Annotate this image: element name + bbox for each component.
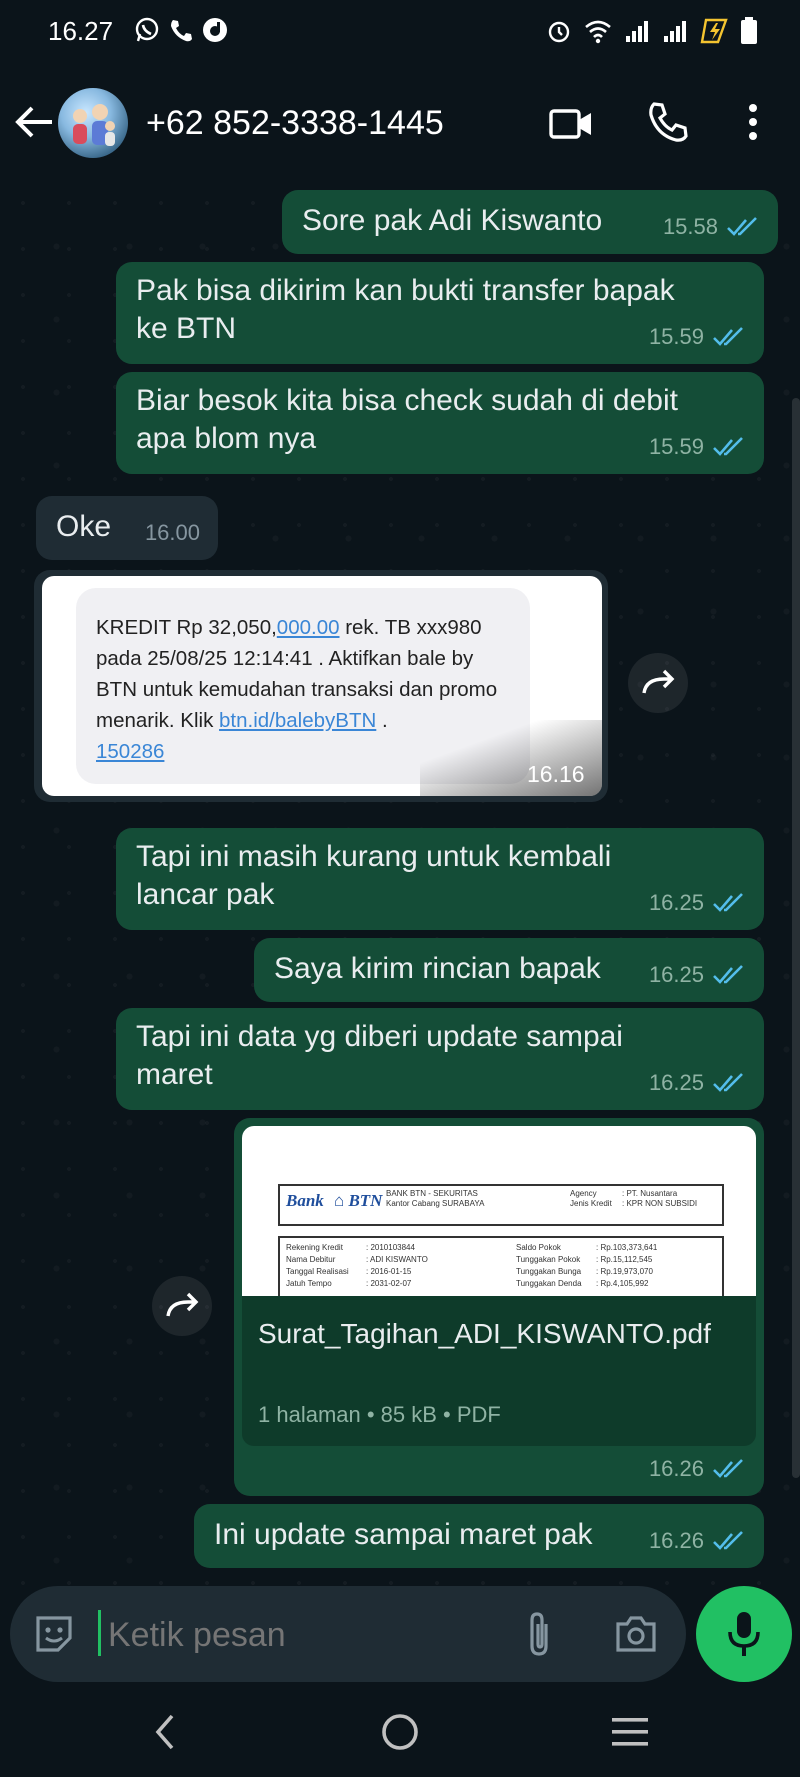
message-text: Oke [56, 510, 112, 543]
message-text: Saya kirim rincian bapak [274, 952, 601, 985]
pdf-row: Tunggakan Bunga: Rp.19,973,070 [516, 1267, 653, 1276]
status-bar: 16.27 [0, 0, 800, 64]
message-text: Sore pak Adi Kiswanto [302, 204, 603, 237]
pdf-row: Jatuh Tempo: 2031-02-07 [286, 1279, 412, 1288]
double-check-icon [713, 1459, 743, 1478]
missed-call-icon [171, 20, 192, 42]
file-info[interactable]: Surat_Tagihan_ADI_KISWANTO.pdf 1 halaman… [242, 1296, 756, 1446]
chat-header: +62 852-3338-1445 [0, 64, 800, 180]
pdf-row: Saldo Pokok: Rp.103,373,641 [516, 1243, 658, 1252]
nav-home-icon[interactable] [380, 1712, 420, 1752]
camera-icon[interactable] [614, 1612, 658, 1654]
pdf-row: Nama Debitur: ADI KISWANTO [286, 1255, 428, 1264]
message-bubble[interactable]: Saya kirim rincian bapak 16.25 [254, 938, 764, 1002]
message-time: 16.16 [527, 761, 585, 787]
message-text: Pak bisa dikirim kan bukti transfer bapa… [136, 274, 675, 345]
forward-icon [166, 1292, 199, 1317]
power-saving-icon [700, 18, 728, 44]
message-input[interactable] [106, 1608, 470, 1662]
message-bubble[interactable]: Ini update sampai maret pak 16.26 [194, 1504, 764, 1568]
forward-button[interactable] [628, 653, 688, 713]
message-bubble[interactable]: Sore pak Adi Kiswanto 15.58 [282, 190, 778, 254]
double-check-icon [713, 1073, 743, 1092]
double-check-icon [713, 965, 743, 984]
btn-logo: ⌂ BTN [334, 1191, 383, 1210]
sticker-icon[interactable] [32, 1612, 76, 1656]
double-check-icon [713, 1531, 743, 1550]
nav-back-icon[interactable] [150, 1712, 180, 1752]
message-time: 15.59 [648, 434, 704, 459]
message-time: 16.25 [648, 962, 704, 987]
message-text: Ini update sampai maret pak [214, 1518, 593, 1551]
message-bubble-incoming[interactable]: Oke 16.00 [36, 496, 218, 560]
scrollbar[interactable] [792, 398, 800, 1478]
message-text: Biar besok kita bisa check sudah di debi… [136, 384, 678, 455]
app-notification-icon [203, 18, 227, 42]
battery-icon [741, 17, 757, 44]
pdf-row: Tunggakan Pokok: Rp.15,112,545 [516, 1255, 653, 1264]
message-bubble[interactable]: Pak bisa dikirim kan bukti transfer bapa… [116, 262, 764, 364]
message-text: Tapi ini masih kurang untuk kembali lanc… [136, 840, 612, 911]
contact-name[interactable]: +62 852-3338-1445 [146, 104, 444, 143]
message-bubble[interactable]: Biar besok kita bisa check sudah di debi… [116, 372, 764, 474]
attach-icon[interactable] [522, 1610, 558, 1658]
double-check-icon [727, 217, 757, 236]
system-nav-bar [0, 1690, 800, 1777]
message-time: 16.25 [648, 890, 704, 915]
forward-button[interactable] [152, 1276, 212, 1336]
mic-icon [728, 1612, 760, 1656]
file-name: Surat_Tagihan_ADI_KISWANTO.pdf [258, 1318, 711, 1349]
pdf-preview[interactable]: Bank ⌂ BTN BANK BTN - SEKURITAS Kantor Ca… [242, 1126, 756, 1296]
message-time: 16.26 [648, 1528, 704, 1553]
text-cursor [98, 1610, 101, 1656]
whatsapp-icon [135, 17, 159, 42]
message-time: 16.26 [648, 1456, 704, 1481]
double-check-icon [713, 893, 743, 912]
wifi-icon [585, 20, 611, 44]
video-call-icon[interactable] [548, 104, 594, 144]
voice-message-button[interactable] [696, 1586, 792, 1682]
status-time: 16.27 [48, 16, 114, 46]
back-arrow-icon[interactable] [12, 100, 56, 144]
voice-call-icon[interactable] [646, 100, 690, 144]
double-check-icon [713, 327, 743, 346]
nav-recents-icon[interactable] [610, 1716, 650, 1748]
message-time: 16.25 [648, 1070, 704, 1095]
file-info-text: 1 halaman • 85 kB • PDF [258, 1402, 501, 1427]
message-time: 15.59 [648, 324, 704, 349]
message-input-bar [10, 1586, 686, 1682]
alarm-icon [548, 21, 570, 43]
avatar[interactable] [58, 88, 128, 158]
pdf-row: Tanggal Realisasi: 2016-01-15 [286, 1267, 412, 1276]
message-text: Tapi ini data yg diberi update sampai ma… [136, 1020, 623, 1091]
message-time: 16.00 [144, 520, 200, 545]
message-time: 15.58 [662, 214, 718, 239]
pdf-row: Tunggakan Denda: Rp.4,105,992 [516, 1279, 649, 1288]
signal-icon-2 [664, 21, 686, 42]
message-bubble[interactable]: Tapi ini data yg diberi update sampai ma… [116, 1008, 764, 1110]
forward-icon [642, 669, 675, 694]
more-options-icon[interactable] [738, 100, 768, 144]
message-bubble[interactable]: Tapi ini masih kurang untuk kembali lanc… [116, 828, 764, 930]
pdf-row: Rekening Kredit: 2010103844 [286, 1243, 415, 1252]
double-check-icon [713, 437, 743, 456]
signal-icon [626, 21, 648, 42]
